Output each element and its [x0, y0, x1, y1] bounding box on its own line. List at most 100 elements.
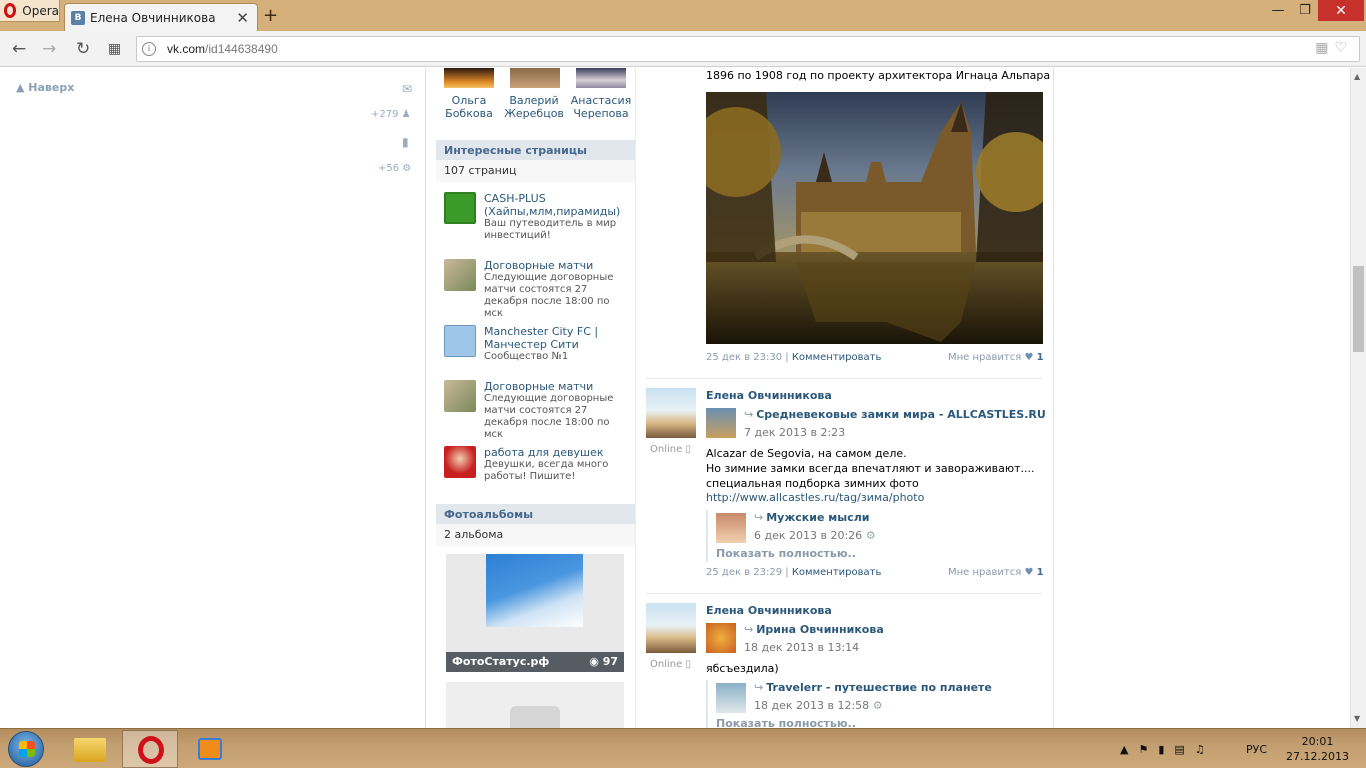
messages-icon[interactable]: ✉	[402, 82, 412, 96]
scroll-thumb[interactable]	[1353, 266, 1364, 352]
page-item-name[interactable]: работа для девушек	[484, 446, 624, 459]
heart-icon: ♥	[1024, 352, 1034, 363]
bookmark-icons[interactable]: ▦♡	[1315, 40, 1353, 56]
post-date[interactable]: 25 дек в 23:29	[706, 567, 782, 578]
nested-repost-thumb[interactable]	[716, 513, 746, 543]
settings-gear-icon[interactable]: ⚙	[866, 529, 876, 542]
tab-close-icon[interactable]: ✕	[236, 9, 249, 27]
post-author[interactable]: Елена Овчинникова	[706, 604, 832, 617]
back-icon[interactable]: ←	[12, 39, 26, 59]
post-photo-castle[interactable]	[706, 92, 1043, 344]
start-button[interactable]	[8, 731, 44, 767]
like-count: 1	[1036, 352, 1044, 363]
speed-dial-icon[interactable]: ▦	[108, 41, 121, 57]
action-center-flag-icon[interactable]: ⚑	[1138, 743, 1148, 756]
site-info-icon[interactable]: i	[142, 42, 156, 56]
repost-source-label: Ирина Овчинникова	[756, 623, 884, 636]
taskbar-media-player[interactable]	[182, 730, 238, 768]
nested-repost-name[interactable]: ↪ Мужские мысли	[754, 511, 870, 524]
friend-name-anastasia[interactable]: Анастасия Черепова	[569, 94, 633, 120]
vk-favicon-icon: B	[71, 10, 85, 25]
scroll-to-top-button[interactable]: ▲ Наверх	[16, 81, 74, 94]
repost-arrow-icon: ↪	[744, 408, 754, 421]
friend-avatar-valeriy[interactable]	[510, 68, 560, 88]
like-button[interactable]: Мне нравится ♥ 1	[948, 352, 1044, 363]
like-label: Мне нравится	[948, 567, 1022, 578]
window-minimize-button[interactable]: —	[1265, 0, 1291, 21]
nested-repost-label: Мужские мысли	[766, 511, 870, 524]
system-clock[interactable]: 20:01 27.12.2013	[1286, 729, 1349, 768]
post-line-3: специальная подборка зимних фото	[706, 477, 919, 490]
taskbar-explorer[interactable]	[62, 730, 118, 768]
avatar[interactable]	[646, 603, 696, 653]
repost-source-thumb[interactable]	[706, 623, 736, 653]
url-field[interactable]: i vk.com/id144638490 ▦♡	[136, 36, 1360, 62]
tab-title: Елена Овчинникова	[90, 10, 216, 25]
album-fotostatus[interactable]: ФотоСтатус.рф ◉ 97	[446, 554, 624, 672]
repost-source-thumb[interactable]	[706, 408, 736, 438]
page-item-name[interactable]: Договорные матчи	[484, 380, 624, 393]
comments-icon[interactable]: ▮	[402, 135, 409, 149]
heart-icon: ♥	[1024, 567, 1034, 578]
nested-repost-bar	[706, 680, 708, 728]
page-item-name[interactable]: Договорные матчи	[484, 259, 624, 272]
nested-repost-label: Travelerr - путешествие по планете	[766, 681, 992, 694]
network-icon[interactable]: ▤	[1174, 743, 1184, 756]
friend-name-valeriy[interactable]: Валерий Жеребцов	[502, 94, 566, 120]
avatar[interactable]	[646, 388, 696, 438]
window-maximize-button[interactable]: ❐	[1292, 0, 1318, 21]
battery-icon[interactable]: ▮	[1158, 743, 1164, 756]
friend-name-olga[interactable]: Ольга Бобкова	[437, 94, 501, 120]
photo-albums-count[interactable]: 2 альбома	[436, 524, 635, 546]
post-line-1: Alcazar de Segovia, на самом деле.	[706, 447, 907, 460]
scroll-down-icon[interactable]: ▼	[1354, 714, 1360, 723]
repost-date[interactable]: 18 дек 2013 в 13:14	[744, 641, 859, 654]
repost-source-name[interactable]: ↪ Ирина Овчинникова	[744, 623, 884, 636]
interesting-pages-count[interactable]: 107 страниц	[436, 160, 635, 182]
forward-icon[interactable]: →	[42, 39, 56, 59]
input-language[interactable]: РУС	[1246, 729, 1267, 768]
camera-icon: ◉	[589, 655, 599, 668]
friends-count[interactable]: +279 ♟	[371, 109, 411, 120]
friend-avatar-olga[interactable]	[444, 68, 494, 88]
show-hidden-icons-icon[interactable]: ▲	[1120, 743, 1128, 756]
settings-gear-icon[interactable]: ⚙	[873, 699, 883, 712]
browser-titlebar: Opera B Елена Овчинникова ✕ + — ❐ ✕	[0, 0, 1366, 31]
page-scrollbar[interactable]: ▲ ▼	[1350, 68, 1366, 728]
page-item-name[interactable]: CASH-PLUS (Хайпы,млм,пирамиды)	[484, 192, 624, 218]
new-tab-icon[interactable]: +	[263, 5, 278, 26]
friend-avatar-anastasia[interactable]	[576, 68, 626, 88]
reload-icon[interactable]: ↻	[76, 39, 90, 59]
online-status: Online ▯	[650, 444, 691, 455]
scroll-to-top-label: Наверх	[28, 81, 75, 94]
repost-source-name[interactable]: ↪ Средневековые замки мира - ALLCASTLES.R…	[744, 408, 1046, 421]
clock-time: 20:01	[1301, 735, 1334, 748]
interesting-pages-header[interactable]: Интересные страницы	[436, 140, 635, 160]
opera-menu-button[interactable]: Opera	[0, 0, 60, 22]
nested-repost-name[interactable]: ↪ Travelerr - путешествие по планете	[754, 681, 992, 694]
comment-link[interactable]: Комментировать	[792, 352, 882, 363]
media-player-icon	[198, 738, 222, 760]
window-close-button[interactable]: ✕	[1318, 0, 1364, 21]
scroll-up-icon[interactable]: ▲	[1354, 72, 1360, 81]
post-link[interactable]: http://www.allcastles.ru/tag/зима/photo	[706, 491, 924, 504]
show-more-link[interactable]: Показать полностью..	[716, 717, 856, 728]
browser-tab[interactable]: B Елена Овчинникова ✕	[64, 3, 258, 31]
repost-date[interactable]: 7 дек 2013 в 2:23	[744, 426, 845, 439]
nested-repost-date[interactable]: 18 дек 2013 в 12:58 ⚙	[754, 699, 883, 712]
friend-first-name: Валерий	[509, 94, 559, 107]
volume-icon[interactable]: ♫	[1195, 743, 1205, 756]
clock-date: 27.12.2013	[1286, 750, 1349, 763]
page-item-name[interactable]: Manchester City FC | Манчестер Сити	[484, 325, 624, 351]
show-more-link[interactable]: Показать полностью..	[716, 547, 856, 560]
photo-albums-header[interactable]: Фотоальбомы	[436, 504, 635, 524]
nested-repost-thumb[interactable]	[716, 683, 746, 713]
album-empty[interactable]	[446, 682, 624, 728]
comment-link[interactable]: Комментировать	[792, 567, 882, 578]
taskbar-opera[interactable]	[122, 730, 178, 768]
nested-repost-date[interactable]: 6 дек 2013 в 20:26 ⚙	[754, 529, 876, 542]
groups-count[interactable]: +56 ⚙	[378, 163, 411, 174]
post-date[interactable]: 25 дек в 23:30	[706, 352, 782, 363]
like-button[interactable]: Мне нравится ♥ 1	[948, 567, 1044, 578]
post-author[interactable]: Елена Овчинникова	[706, 389, 832, 402]
